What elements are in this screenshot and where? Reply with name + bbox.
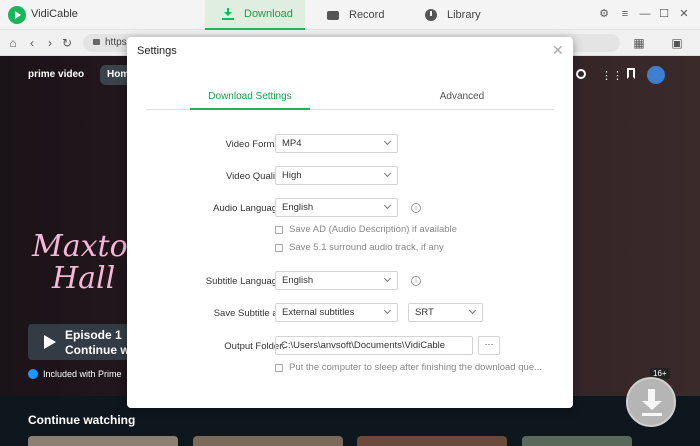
vidicable-logo-icon: [8, 6, 26, 24]
record-icon: [327, 11, 339, 20]
prime-included-label: Included with Prime: [43, 369, 122, 379]
close-window-icon[interactable]: ✕: [678, 8, 690, 20]
audio-language-select[interactable]: English: [275, 198, 398, 217]
search-icon[interactable]: [576, 69, 586, 79]
continue-label: Continue wa: [65, 343, 137, 357]
output-folder-label: Output Folder:: [224, 341, 285, 352]
tab-record[interactable]: Record: [327, 0, 407, 30]
subtitle-language-select[interactable]: English: [275, 271, 398, 290]
settings-gear-icon[interactable]: ⚙: [598, 8, 610, 20]
bookmark-icon[interactable]: [627, 68, 635, 79]
video-format-select[interactable]: MP4: [275, 134, 398, 153]
chevron-down-icon: [383, 169, 392, 178]
close-icon[interactable]: ✕: [552, 43, 564, 57]
floating-download-button[interactable]: [626, 377, 676, 427]
continue-watching-heading: Continue watching: [28, 413, 136, 427]
audio-language-label: Audio Language:: [213, 203, 285, 214]
maximize-icon[interactable]: ☐: [658, 8, 670, 20]
url-text: https: [105, 37, 127, 48]
video-format-label: Video Format:: [225, 139, 286, 150]
tab-record-label: Record: [349, 9, 385, 21]
thumbnail-3[interactable]: [357, 436, 507, 446]
chevron-down-icon: [383, 201, 392, 210]
menu-icon[interactable]: ≡: [619, 8, 631, 20]
save-51-label: Save 5.1 surround audio track, if any: [289, 242, 444, 253]
sleep-checkbox[interactable]: [275, 364, 283, 372]
app-name: VidiCable: [31, 8, 78, 20]
apps-grid-icon[interactable]: ⋮⋮: [601, 69, 623, 82]
subtitle-language-label: Subtitle Language:: [205, 276, 285, 287]
chevron-down-icon: [383, 137, 392, 146]
episode-play-button[interactable]: Episode 1 Continue wa: [28, 324, 138, 360]
subtitle-format-select[interactable]: SRT: [408, 303, 483, 322]
settings-dialog: Settings ✕ Download Settings Advanced Vi…: [127, 37, 573, 408]
tab-advanced[interactable]: Advanced: [412, 91, 512, 110]
check-circle-icon: [28, 369, 38, 379]
save-subtitle-label: Save Subtitle as:: [213, 308, 285, 319]
subtitle-type-value: External subtitles: [282, 307, 355, 318]
library-icon: [425, 9, 437, 21]
save-ad-label: Save AD (Audio Description) if available: [289, 224, 457, 235]
back-icon[interactable]: ‹: [25, 36, 39, 50]
chevron-down-icon: [383, 306, 392, 315]
tab-library[interactable]: Library: [425, 0, 505, 30]
output-folder-field[interactable]: C:\Users\anvsoft\Documents\VidiCable: [275, 336, 473, 355]
browse-folder-button[interactable]: ···: [478, 336, 500, 355]
chevron-down-icon: [468, 306, 477, 315]
settings-tabs: Download Settings Advanced: [146, 91, 554, 110]
tab-download-settings[interactable]: Download Settings: [190, 91, 310, 110]
episode-label: Episode 1: [65, 328, 122, 342]
save-51-checkbox[interactable]: [275, 244, 283, 252]
subtitle-type-select[interactable]: External subtitles: [275, 303, 398, 322]
tab-library-label: Library: [447, 9, 481, 21]
forward-icon[interactable]: ›: [43, 36, 57, 50]
audio-language-value: English: [282, 202, 314, 213]
minimize-icon[interactable]: —: [639, 8, 651, 20]
app-titlebar: VidiCable Download Record Library ⚙ ≡ — …: [0, 0, 700, 30]
prime-video-logo: prime video: [28, 69, 85, 80]
video-quality-select[interactable]: High: [275, 166, 398, 185]
thumbnail-1[interactable]: [28, 436, 178, 446]
info-icon[interactable]: i: [411, 276, 421, 286]
download-icon: [222, 8, 234, 20]
tab-download-label: Download: [244, 8, 293, 20]
reload-icon[interactable]: ↻: [60, 36, 74, 50]
home-icon[interactable]: ⌂: [6, 36, 20, 50]
video-format-value: MP4: [282, 138, 302, 149]
tab-download[interactable]: Download: [205, 0, 305, 30]
video-quality-label: Video Quality:: [226, 171, 285, 182]
chevron-down-icon: [383, 274, 392, 283]
save-ad-checkbox[interactable]: [275, 226, 283, 234]
video-quality-value: High: [282, 170, 302, 181]
image-icon[interactable]: ▣: [668, 36, 686, 50]
grid-icon[interactable]: ▦: [632, 36, 646, 50]
subtitle-language-value: English: [282, 275, 314, 286]
avatar[interactable]: [647, 66, 665, 84]
play-icon: [44, 335, 56, 349]
info-icon[interactable]: i: [411, 203, 421, 213]
dialog-title: Settings: [137, 45, 177, 57]
lock-icon: [93, 39, 100, 45]
sleep-label: Put the computer to sleep after finishin…: [289, 362, 542, 373]
thumbnail-4[interactable]: [522, 436, 632, 446]
subtitle-format-value: SRT: [415, 307, 434, 318]
thumbnail-2[interactable]: [193, 436, 343, 446]
